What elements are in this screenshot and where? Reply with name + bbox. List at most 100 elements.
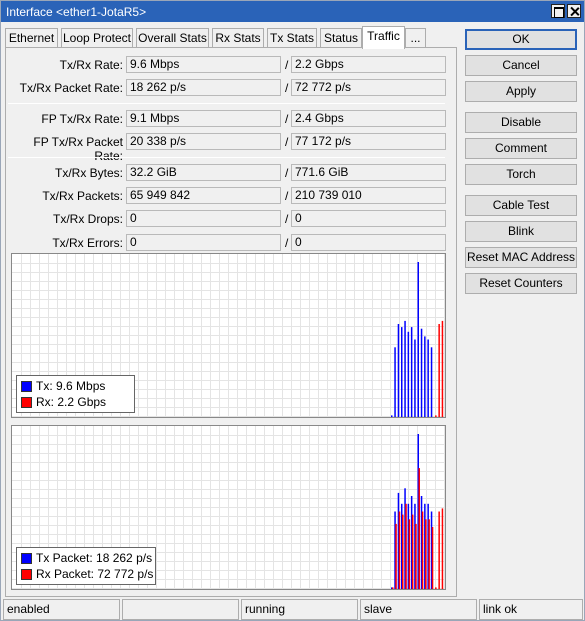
packets-rx-packet-bar	[395, 523, 397, 589]
legend-rx-value: 2.2 Gbps	[57, 395, 107, 409]
close-icon[interactable]	[567, 4, 581, 18]
cable-test-button[interactable]: Cable Test	[465, 195, 577, 216]
rx-drops-field: 0	[291, 210, 446, 227]
fp-tx-rate-field: 9.1 Mbps	[126, 110, 281, 127]
traffic-tx-bar	[407, 331, 410, 417]
blink-button[interactable]: Blink	[465, 221, 577, 242]
fp-rx-packet-rate-field: 77 172 p/s	[291, 133, 446, 150]
packets-rx-packet-bar	[431, 527, 434, 589]
packets-rx-packet-bar	[421, 511, 424, 589]
tab-loop-protect[interactable]: Loop Protect	[61, 28, 133, 48]
tab-ethernet[interactable]: Ethernet	[5, 28, 58, 48]
traffic-tx-bar	[427, 339, 429, 417]
tx-color-swatch	[21, 380, 32, 392]
legend-item-rx: Rx: 2.2 Gbps	[21, 394, 130, 410]
traffic-legend: Tx: 9.6 Mbps Rx: 2.2 Gbps	[16, 375, 135, 413]
rx-errors-field: 0	[291, 234, 446, 251]
ok-button[interactable]: OK	[465, 29, 577, 50]
tx-packets-field: 65 949 842	[126, 187, 281, 204]
tx-packet-rate-field: 18 262 p/s	[126, 79, 281, 96]
txrx-packets-label: Tx/Rx Packets:	[42, 189, 123, 203]
traffic-tx-bar	[404, 320, 406, 417]
traffic-tx-bar	[391, 415, 393, 417]
tx-rate-field: 9.6 Mbps	[126, 56, 281, 73]
apply-button[interactable]: Apply	[465, 81, 577, 102]
slash-separator: /	[285, 112, 289, 126]
legend-rx-label: Rx:	[36, 395, 54, 409]
rx-bytes-field: 771.6 GiB	[291, 164, 446, 181]
disable-button[interactable]: Disable	[465, 112, 577, 133]
legend-tx-label: Tx:	[36, 379, 53, 393]
tx-drops-field: 0	[126, 210, 281, 227]
tab-overall-stats[interactable]: Overall Stats	[136, 28, 209, 48]
traffic-tx-bar	[430, 347, 433, 417]
packets-rx-packet-bar	[425, 519, 427, 589]
rx-packet-rate-field: 72 772 p/s	[291, 79, 446, 96]
interface-window: Interface <ether1-JotaR5> Ethernet Loop …	[0, 0, 585, 621]
fp-rx-rate-field: 2.4 Gbps	[291, 110, 446, 127]
slash-separator: /	[285, 166, 289, 180]
packets-rx-packet-bar	[398, 511, 401, 589]
rx-packet-color-swatch	[21, 568, 32, 580]
legend-tx-packet-value: 18 262 p/s	[96, 551, 153, 565]
legend-rx-packet-value: 72 772 p/s	[97, 567, 154, 581]
legend-tx-value: 9.6 Mbps	[56, 379, 106, 393]
tab-more[interactable]: ...	[405, 28, 426, 48]
legend-rx-packet-label: Rx Packet:	[36, 567, 95, 581]
traffic-tx-bar	[414, 339, 416, 417]
traffic-tx-bar	[420, 328, 423, 417]
txrx-rate-label: Tx/Rx Rate:	[59, 58, 123, 72]
separator-line	[8, 103, 445, 104]
slash-separator: /	[285, 236, 289, 250]
traffic-graph: Tx: 9.6 Mbps Rx: 2.2 Gbps	[11, 253, 446, 418]
tab-traffic[interactable]: Traffic	[362, 26, 405, 49]
rx-packets-field: 210 739 010	[291, 187, 446, 204]
packets-rx-packet-bar	[441, 508, 444, 589]
status-link: link ok	[479, 599, 583, 620]
tab-rx-stats[interactable]: Rx Stats	[212, 28, 264, 48]
rx-rate-field: 2.2 Gbps	[291, 56, 446, 73]
comment-button[interactable]: Comment	[465, 138, 577, 159]
slash-separator: /	[285, 189, 289, 203]
status-running: running	[241, 599, 358, 620]
status-enabled: enabled	[3, 599, 120, 620]
slash-separator: /	[285, 81, 289, 95]
status-slave: slave	[360, 599, 477, 620]
legend-tx-packet-label: Tx Packet:	[36, 551, 93, 565]
reset-mac-address-button[interactable]: Reset MAC Address	[465, 247, 577, 268]
cancel-button[interactable]: Cancel	[465, 55, 577, 76]
traffic-tx-bar	[394, 347, 396, 417]
packets-rx-packet-bar	[408, 519, 411, 589]
packets-rx-packet-bar	[392, 587, 394, 589]
traffic-rx-bar	[441, 320, 444, 417]
txrx-drops-label: Tx/Rx Drops:	[52, 212, 123, 226]
legend-item-rx-packet: Rx Packet: 72 772 p/s	[21, 566, 154, 582]
packets-legend: Tx Packet: 18 262 p/s Rx Packet: 72 772 …	[16, 547, 156, 585]
tx-packet-color-swatch	[21, 552, 32, 564]
fp-tx-packet-rate-field: 20 338 p/s	[126, 133, 281, 150]
packets-rx-packet-bar	[418, 468, 420, 589]
packets-rx-packet-bar	[402, 514, 404, 589]
traffic-rx-bar	[438, 324, 440, 417]
traffic-tx-bar	[397, 324, 400, 417]
reset-counters-button[interactable]: Reset Counters	[465, 273, 577, 294]
slash-separator: /	[285, 212, 289, 226]
traffic-tx-bar	[410, 327, 413, 417]
traffic-tx-bar	[417, 262, 419, 417]
traffic-tx-bar	[424, 336, 426, 417]
txrx-errors-label: Tx/Rx Errors:	[52, 236, 123, 250]
packets-rx-packet-bar	[435, 587, 437, 589]
maximize-icon[interactable]	[551, 4, 565, 18]
tab-tx-stats[interactable]: Tx Stats	[267, 28, 317, 48]
tab-status[interactable]: Status	[320, 28, 362, 48]
fp-txrx-packet-rate-label: FP Tx/Rx Packet Rate:	[33, 135, 123, 163]
traffic-tx-bar	[401, 327, 403, 417]
title-bar[interactable]: Interface <ether1-JotaR5>	[1, 1, 584, 22]
packets-rx-packet-bar	[415, 523, 417, 589]
packets-rx-packet-bar	[438, 511, 440, 589]
txrx-bytes-label: Tx/Rx Bytes:	[54, 166, 123, 180]
packets-graph: Tx Packet: 18 262 p/s Rx Packet: 72 772 …	[11, 425, 446, 590]
torch-button[interactable]: Torch	[465, 164, 577, 185]
traffic-rx-bar	[435, 415, 437, 417]
txrx-packet-rate-label: Tx/Rx Packet Rate:	[19, 81, 123, 95]
